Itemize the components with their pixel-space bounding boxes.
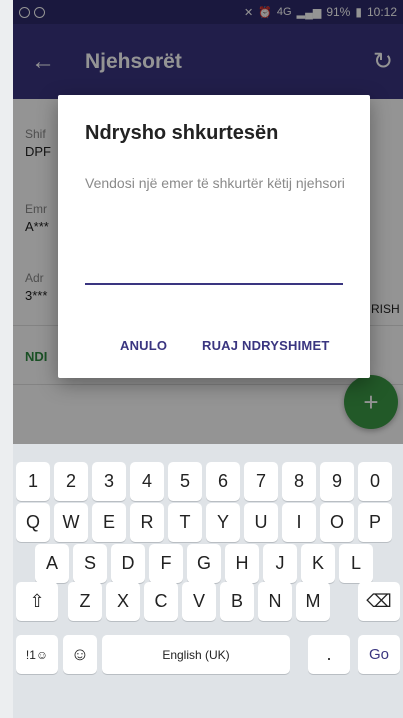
key-j[interactable]: J xyxy=(263,544,297,583)
key-v[interactable]: V xyxy=(182,582,216,621)
key-e[interactable]: E xyxy=(92,503,126,542)
emoji-key[interactable]: ☺ xyxy=(63,635,97,674)
key-b[interactable]: B xyxy=(220,582,254,621)
key-7[interactable]: 7 xyxy=(244,462,278,501)
key-z[interactable]: Z xyxy=(68,582,102,621)
key-h[interactable]: H xyxy=(225,544,259,583)
shortcut-name-input[interactable] xyxy=(85,265,343,285)
key-f[interactable]: F xyxy=(149,544,183,583)
key-u[interactable]: U xyxy=(244,503,278,542)
save-changes-button[interactable]: RUAJ NDRYSHIMET xyxy=(202,338,329,353)
key-4[interactable]: 4 xyxy=(130,462,164,501)
period-key[interactable]: . xyxy=(308,635,350,674)
key-r[interactable]: R xyxy=(130,503,164,542)
phone-screen: ✕ ⏰ 4G ▂▄▆ 91% ▮ 10:12 ← Njehsorët ↻ Shi… xyxy=(13,0,403,718)
key-g[interactable]: G xyxy=(187,544,221,583)
key-w[interactable]: W xyxy=(54,503,88,542)
key-x[interactable]: X xyxy=(106,582,140,621)
key-c[interactable]: C xyxy=(144,582,178,621)
key-0[interactable]: 0 xyxy=(358,462,392,501)
go-key[interactable]: Go xyxy=(358,635,400,674)
space-key[interactable]: English (UK) xyxy=(102,635,290,674)
key-t[interactable]: T xyxy=(168,503,202,542)
rename-dialog: Ndrysho shkurtesën Vendosi një emer të s… xyxy=(58,95,370,378)
key-6[interactable]: 6 xyxy=(206,462,240,501)
dialog-title: Ndrysho shkurtesën xyxy=(85,122,279,144)
symbols-key[interactable]: !1☺ xyxy=(16,635,58,674)
on-screen-keyboard: 1234567890 QWERTYUIOP ASDFGHJKL ZXCVBNM … xyxy=(13,444,403,718)
dialog-message: Vendosi një emer të shkurtër këtij njehs… xyxy=(85,175,345,191)
key-8[interactable]: 8 xyxy=(282,462,316,501)
key-1[interactable]: 1 xyxy=(16,462,50,501)
key-d[interactable]: D xyxy=(111,544,145,583)
key-2[interactable]: 2 xyxy=(54,462,88,501)
key-5[interactable]: 5 xyxy=(168,462,202,501)
backspace-key[interactable]: ⌫ xyxy=(358,582,400,621)
key-3[interactable]: 3 xyxy=(92,462,126,501)
key-s[interactable]: S xyxy=(73,544,107,583)
key-m[interactable]: M xyxy=(296,582,330,621)
key-p[interactable]: P xyxy=(358,503,392,542)
key-o[interactable]: O xyxy=(320,503,354,542)
key-a[interactable]: A xyxy=(35,544,69,583)
cancel-button[interactable]: ANULO xyxy=(120,338,167,353)
key-l[interactable]: L xyxy=(339,544,373,583)
key-k[interactable]: K xyxy=(301,544,335,583)
shift-key[interactable]: ⇧ xyxy=(16,582,58,621)
key-n[interactable]: N xyxy=(258,582,292,621)
key-9[interactable]: 9 xyxy=(320,462,354,501)
key-y[interactable]: Y xyxy=(206,503,240,542)
key-i[interactable]: I xyxy=(282,503,316,542)
key-q[interactable]: Q xyxy=(16,503,50,542)
